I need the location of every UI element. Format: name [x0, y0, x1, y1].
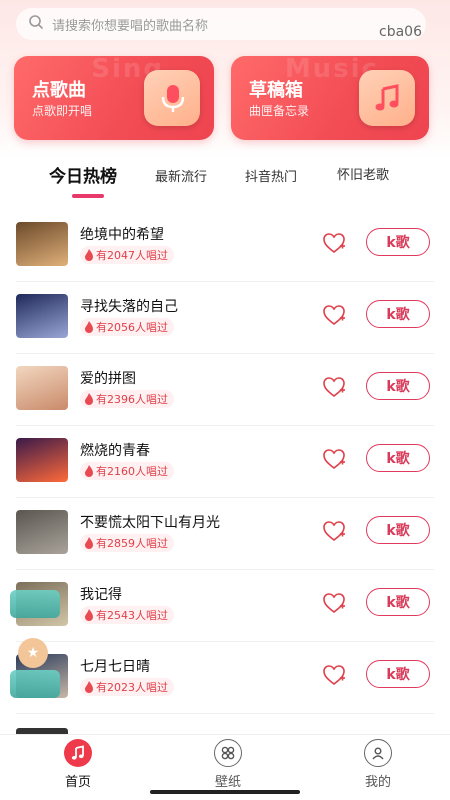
flame-icon — [85, 321, 93, 333]
song-row[interactable]: 我记得 有2543人唱过 k歌 — [16, 570, 434, 642]
nav-label: 我的 — [364, 775, 391, 790]
song-cover — [16, 510, 68, 554]
tab-today-hot[interactable]: 今日热榜 — [49, 162, 117, 187]
song-row[interactable]: 寻找失落的自己 有2056人唱过 k歌 — [16, 282, 434, 354]
song-row[interactable]: 七月七日晴 有2023人唱过 k歌 — [16, 642, 434, 714]
favorite-add-icon[interactable] — [322, 448, 346, 470]
floating-star-icon[interactable]: ★ — [18, 638, 48, 668]
flame-icon — [85, 537, 93, 549]
floating-widget[interactable]: ★ — [8, 590, 60, 700]
wallpaper-icon — [214, 739, 242, 767]
card-subtitle: 点歌即开唱 — [32, 104, 93, 118]
sung-count-badge: 有2859人唱过 — [80, 534, 174, 552]
nav-label: 壁纸 — [214, 775, 241, 790]
nav-item-wallpaper[interactable]: 壁纸 — [198, 739, 258, 790]
favorite-add-icon[interactable] — [322, 520, 346, 542]
song-row[interactable]: 不要慌太阳下山有月光 有2859人唱过 k歌 — [16, 498, 434, 570]
song-row[interactable]: 爱的拼图 有2396人唱过 k歌 — [16, 354, 434, 426]
song-title: 寻找失落的自己 — [80, 299, 178, 315]
music-note-icon — [359, 70, 415, 126]
sung-count-badge: 有2543人唱过 — [80, 606, 174, 624]
floating-keyboard-icon[interactable] — [10, 590, 60, 618]
song-title: 爱的拼图 — [80, 371, 136, 387]
card-title: 点歌曲 — [32, 80, 86, 101]
sung-count-badge: 有2056人唱过 — [80, 318, 174, 336]
song-title: 不要慌太阳下山有月光 — [80, 515, 220, 531]
flame-icon — [85, 681, 93, 693]
request-song-card[interactable]: Sing 点歌曲 点歌即开唱 — [14, 56, 214, 140]
tab-latest[interactable]: 最新流行 — [155, 166, 207, 185]
flame-icon — [85, 249, 93, 261]
sung-count: 有2859人唱过 — [96, 537, 168, 550]
flame-icon — [85, 609, 93, 621]
card-title: 草稿箱 — [249, 80, 303, 101]
song-title: 燃烧的青春 — [80, 443, 150, 459]
song-cover — [16, 222, 68, 266]
sung-count: 有2056人唱过 — [96, 321, 168, 334]
k-song-button[interactable]: k歌 — [366, 444, 430, 472]
k-song-button[interactable]: k歌 — [366, 228, 430, 256]
favorite-add-icon[interactable] — [322, 232, 346, 254]
sung-count: 有2023人唱过 — [96, 681, 168, 694]
sung-count-badge: 有2023人唱过 — [80, 678, 174, 696]
floating-keyboard-icon[interactable] — [10, 670, 60, 698]
k-song-button[interactable]: k歌 — [366, 660, 430, 688]
song-cover — [16, 366, 68, 410]
song-title: 我记得 — [80, 587, 122, 603]
card-subtitle: 曲匣备忘录 — [249, 104, 310, 118]
song-row[interactable]: 燃烧的青春 有2160人唱过 k歌 — [16, 426, 434, 498]
nav-label: 首页 — [64, 775, 91, 790]
k-song-button[interactable]: k歌 — [366, 588, 430, 616]
favorite-add-icon[interactable] — [322, 592, 346, 614]
sung-count: 有2396人唱过 — [96, 393, 168, 406]
user-id-label: cba06 — [379, 24, 422, 40]
sung-count: 有2047人唱过 — [96, 249, 168, 262]
search-placeholder: 请搜索你想要唱的歌曲名称 — [52, 18, 209, 34]
microphone-icon — [144, 70, 200, 126]
sung-count-badge: 有2396人唱过 — [80, 390, 174, 408]
drafts-card[interactable]: Music 草稿箱 曲匣备忘录 — [231, 56, 429, 140]
tab-active-indicator — [72, 194, 104, 198]
profile-icon — [364, 739, 392, 767]
song-title: 绝境中的希望 — [80, 227, 164, 243]
favorite-add-icon[interactable] — [322, 664, 346, 686]
nav-item-mine[interactable]: 我的 — [348, 739, 408, 790]
sung-count: 有2543人唱过 — [96, 609, 168, 622]
k-song-button[interactable]: k歌 — [366, 300, 430, 328]
k-song-button[interactable]: k歌 — [366, 516, 430, 544]
flame-icon — [85, 393, 93, 405]
tab-douyin-hot[interactable]: 抖音热门 — [245, 166, 297, 185]
favorite-add-icon[interactable] — [322, 304, 346, 326]
category-tabs: 今日热榜 最新流行 抖音热门 怀旧老歌 — [0, 160, 450, 200]
song-title: 七月七日晴 — [80, 659, 150, 675]
sung-count: 有2160人唱过 — [96, 465, 168, 478]
favorite-add-icon[interactable] — [322, 376, 346, 398]
search-bar[interactable]: 请搜索你想要唱的歌曲名称 — [16, 8, 426, 40]
song-cover — [16, 438, 68, 482]
home-indicator — [150, 790, 300, 794]
nav-item-home[interactable]: 首页 — [48, 739, 108, 790]
tab-oldies[interactable]: 怀旧老歌 — [337, 164, 389, 183]
music-note-icon — [64, 739, 92, 767]
search-icon — [28, 14, 44, 34]
flame-icon — [85, 465, 93, 477]
sung-count-badge: 有2160人唱过 — [80, 462, 174, 480]
k-song-button[interactable]: k歌 — [366, 372, 430, 400]
song-row[interactable]: 绝境中的希望 有2047人唱过 k歌 — [16, 210, 434, 282]
sung-count-badge: 有2047人唱过 — [80, 246, 174, 264]
song-cover — [16, 294, 68, 338]
